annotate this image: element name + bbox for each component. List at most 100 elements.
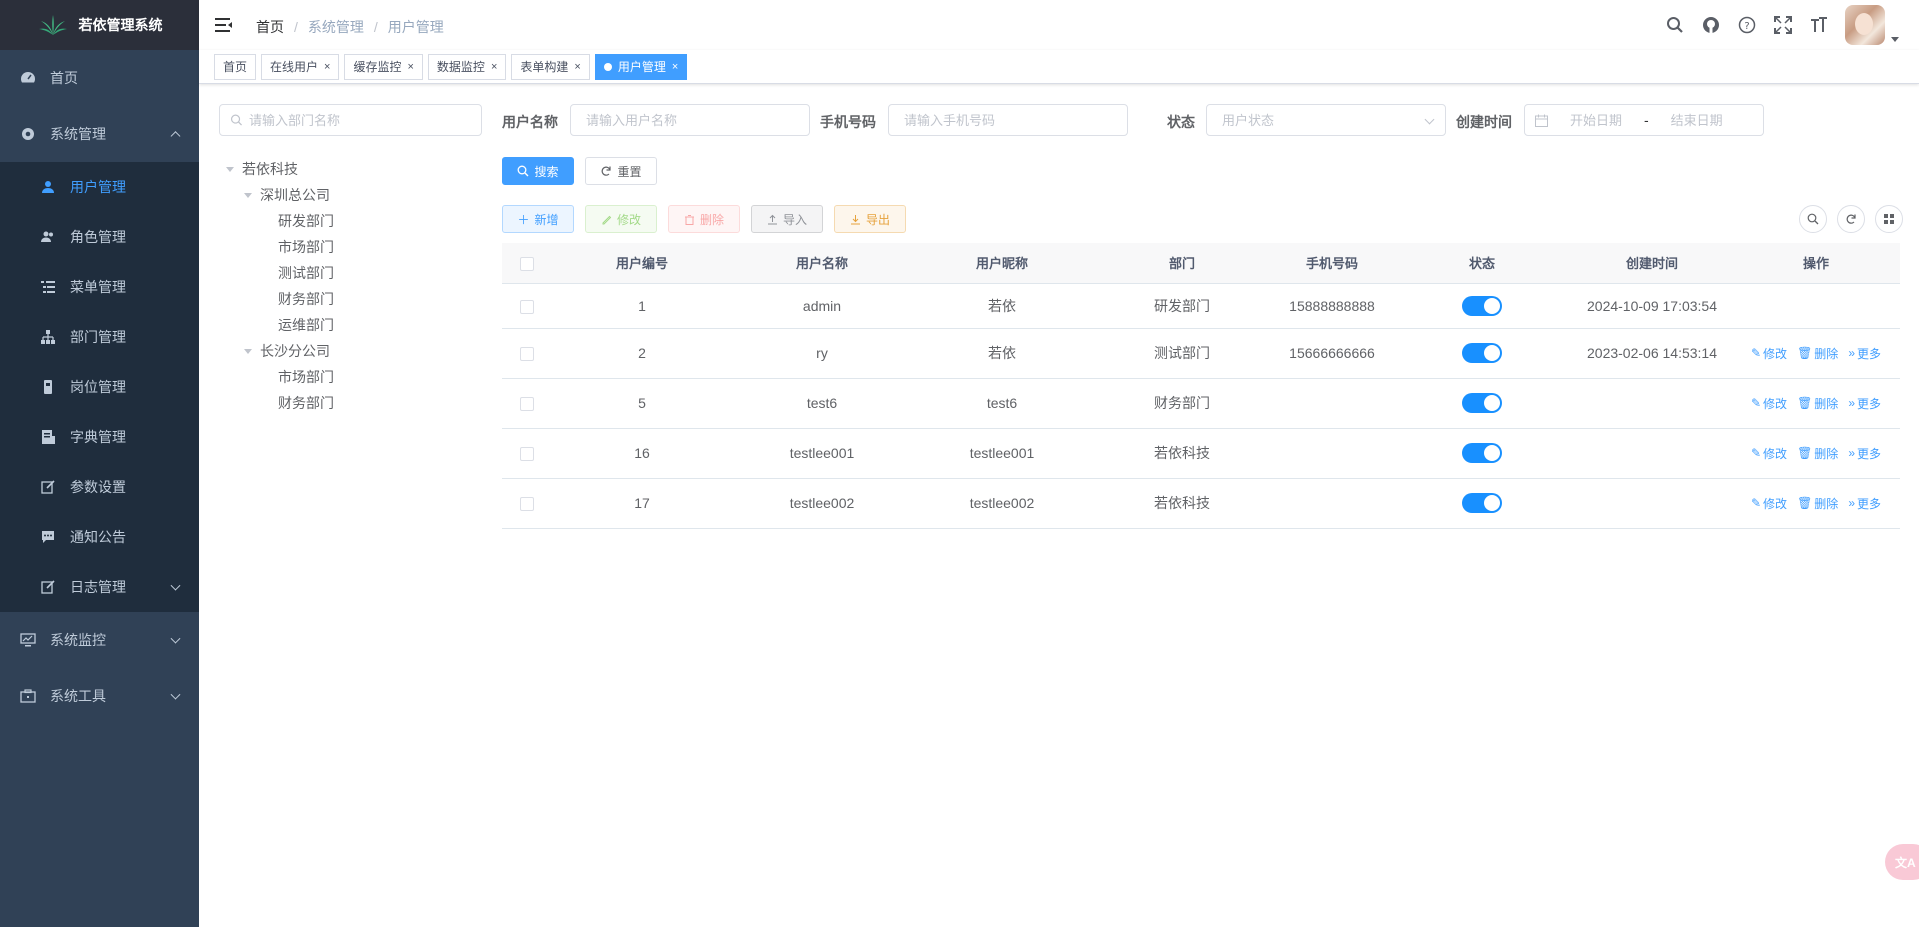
row-checkbox[interactable] [520,447,534,462]
row-more-button[interactable]: » 更多 [1848,345,1881,362]
column-header[interactable]: 部门 [1092,243,1272,284]
sidebar-item-posts[interactable]: 岗位管理 [0,362,199,412]
sidebar-item-home[interactable]: 首页 [0,50,199,106]
table-row[interactable]: 1 admin 若依 研发部门 15888888888 2024-10-09 1… [502,283,1900,329]
tag-user[interactable]: 用户管理 × [594,53,688,80]
delete-button[interactable]: 删除 [668,205,740,233]
phone-input[interactable] [888,104,1128,136]
logo[interactable]: 若依管理系统 [0,0,199,50]
row-edit-button[interactable]: ✎ 修改 [1751,445,1787,462]
row-edit-button[interactable]: ✎ 修改 [1751,345,1787,362]
row-checkbox[interactable] [520,397,534,412]
status-switch[interactable] [1462,443,1502,463]
close-icon[interactable]: × [407,55,413,79]
tag-home[interactable]: 首页 [214,53,257,80]
reset-button[interactable]: 重置 [585,157,657,185]
table-row[interactable]: 5 test6 test6 财务部门 ✎ 修改 🗑︎ 删除 » 更多 [502,378,1900,429]
row-delete-button[interactable]: 🗑︎ 删除 [1797,395,1838,412]
edit-button[interactable]: 修改 [585,205,657,233]
tree-node-leaf[interactable]: 市场部门 [219,234,482,260]
add-button[interactable]: ＋ 新增 [502,205,574,233]
question-icon[interactable]: ? [1737,15,1757,35]
caret-down-icon[interactable] [1891,36,1899,42]
close-icon[interactable]: × [324,55,330,79]
sidebar-item-tool[interactable]: 系统工具 [0,668,199,724]
sidebar-item-monitor[interactable]: 系统监控 [0,612,199,668]
tree-node-branch[interactable]: 长沙分公司 [219,338,482,364]
sidebar-item-roles[interactable]: 角色管理 [0,212,199,262]
status-switch[interactable] [1462,393,1502,413]
row-checkbox[interactable] [520,347,534,362]
status-switch[interactable] [1462,493,1502,513]
tree-node-branch[interactable]: 深圳总公司 [219,182,482,208]
row-checkbox[interactable] [520,497,534,512]
github-icon[interactable] [1701,15,1721,35]
tag-build[interactable]: 表单构建 × [511,53,590,80]
close-icon[interactable]: × [574,55,580,79]
import-button[interactable]: 导入 [751,205,823,233]
export-button[interactable]: 导出 [834,205,906,233]
row-delete-button[interactable]: 🗑︎ 删除 [1797,495,1838,512]
sidebar-item-config[interactable]: 参数设置 [0,462,199,512]
hamburger-icon[interactable] [214,15,234,35]
table-row[interactable]: 16 testlee001 testlee001 若依科技 ✎ 修改 🗑︎ 删除 »… [502,428,1900,479]
search-icon[interactable] [1665,15,1685,35]
date-range-picker[interactable]: - [1524,104,1764,136]
row-edit-button[interactable]: ✎ 修改 [1751,495,1787,512]
sidebar-item-logs[interactable]: 日志管理 [0,562,199,612]
status-switch[interactable] [1462,295,1502,316]
close-icon[interactable]: × [672,55,678,79]
end-date-field[interactable] [1656,112,1737,128]
close-icon[interactable]: × [491,55,497,79]
table-row[interactable]: 17 testlee002 testlee002 若依科技 ✎ 修改 🗑︎ 删除 »… [502,478,1900,529]
tree-node-leaf[interactable]: 测试部门 [219,260,482,286]
column-header[interactable]: 状态 [1392,243,1572,284]
toggle-search-button[interactable] [1799,205,1827,233]
row-more-button[interactable]: » 更多 [1848,495,1881,512]
sidebar-item-notice[interactable]: 通知公告 [0,512,199,562]
tree-node-root[interactable]: 若依科技 [219,156,482,182]
dept-search-input[interactable] [219,104,482,136]
tree-node-leaf[interactable]: 财务部门 [219,390,482,416]
column-header[interactable]: 用户编号 [552,243,732,284]
status-select[interactable] [1206,104,1446,136]
sidebar-item-dicts[interactable]: 字典管理 [0,412,199,462]
column-header[interactable]: 用户昵称 [912,243,1092,284]
table-row[interactable]: 2 ry 若依 测试部门 15666666666 2023-02-06 14:5… [502,328,1900,379]
sidebar-item-menus[interactable]: 菜单管理 [0,262,199,312]
tree-node-leaf[interactable]: 运维部门 [219,312,482,338]
columns-button[interactable] [1875,205,1903,233]
tag-cache[interactable]: 缓存监控 × [344,53,423,80]
tree-node-leaf[interactable]: 财务部门 [219,286,482,312]
tree-node-leaf[interactable]: 研发部门 [219,208,482,234]
sidebar-item-users[interactable]: 用户管理 [0,162,199,212]
row-delete-button[interactable]: 🗑︎ 删除 [1797,445,1838,462]
search-button[interactable]: 搜索 [502,157,574,185]
column-header[interactable]: 用户名称 [732,243,912,284]
tag-druid[interactable]: 数据监控 × [427,53,507,80]
sidebar-item-depts[interactable]: 部门管理 [0,312,199,362]
row-checkbox[interactable] [520,299,534,314]
phone-field[interactable] [904,112,1112,128]
tree-node-leaf[interactable]: 市场部门 [219,364,482,390]
status-field[interactable] [1222,112,1430,128]
refresh-button[interactable] [1837,205,1865,233]
sidebar-item-system[interactable]: 系统管理 [0,106,199,162]
column-header[interactable]: 手机号码 [1272,243,1392,284]
select-all-checkbox[interactable] [520,256,534,271]
font-size-icon[interactable] [1809,15,1829,35]
breadcrumb-home[interactable]: 首页 [256,17,284,37]
fullscreen-icon[interactable] [1773,15,1793,35]
start-date-field[interactable] [1556,112,1636,128]
row-delete-button[interactable]: 🗑︎ 删除 [1797,345,1838,362]
row-more-button[interactable]: » 更多 [1848,445,1881,462]
row-more-button[interactable]: » 更多 [1848,395,1881,412]
column-header[interactable]: 创建时间 [1572,243,1732,284]
row-edit-button[interactable]: ✎ 修改 [1751,395,1787,412]
tag-online[interactable]: 在线用户 × [261,53,340,80]
username-field[interactable] [586,112,794,128]
avatar[interactable] [1845,5,1885,45]
translate-button[interactable]: 文A [1885,844,1919,880]
status-switch[interactable] [1462,343,1502,363]
dept-search-field[interactable] [248,112,481,128]
